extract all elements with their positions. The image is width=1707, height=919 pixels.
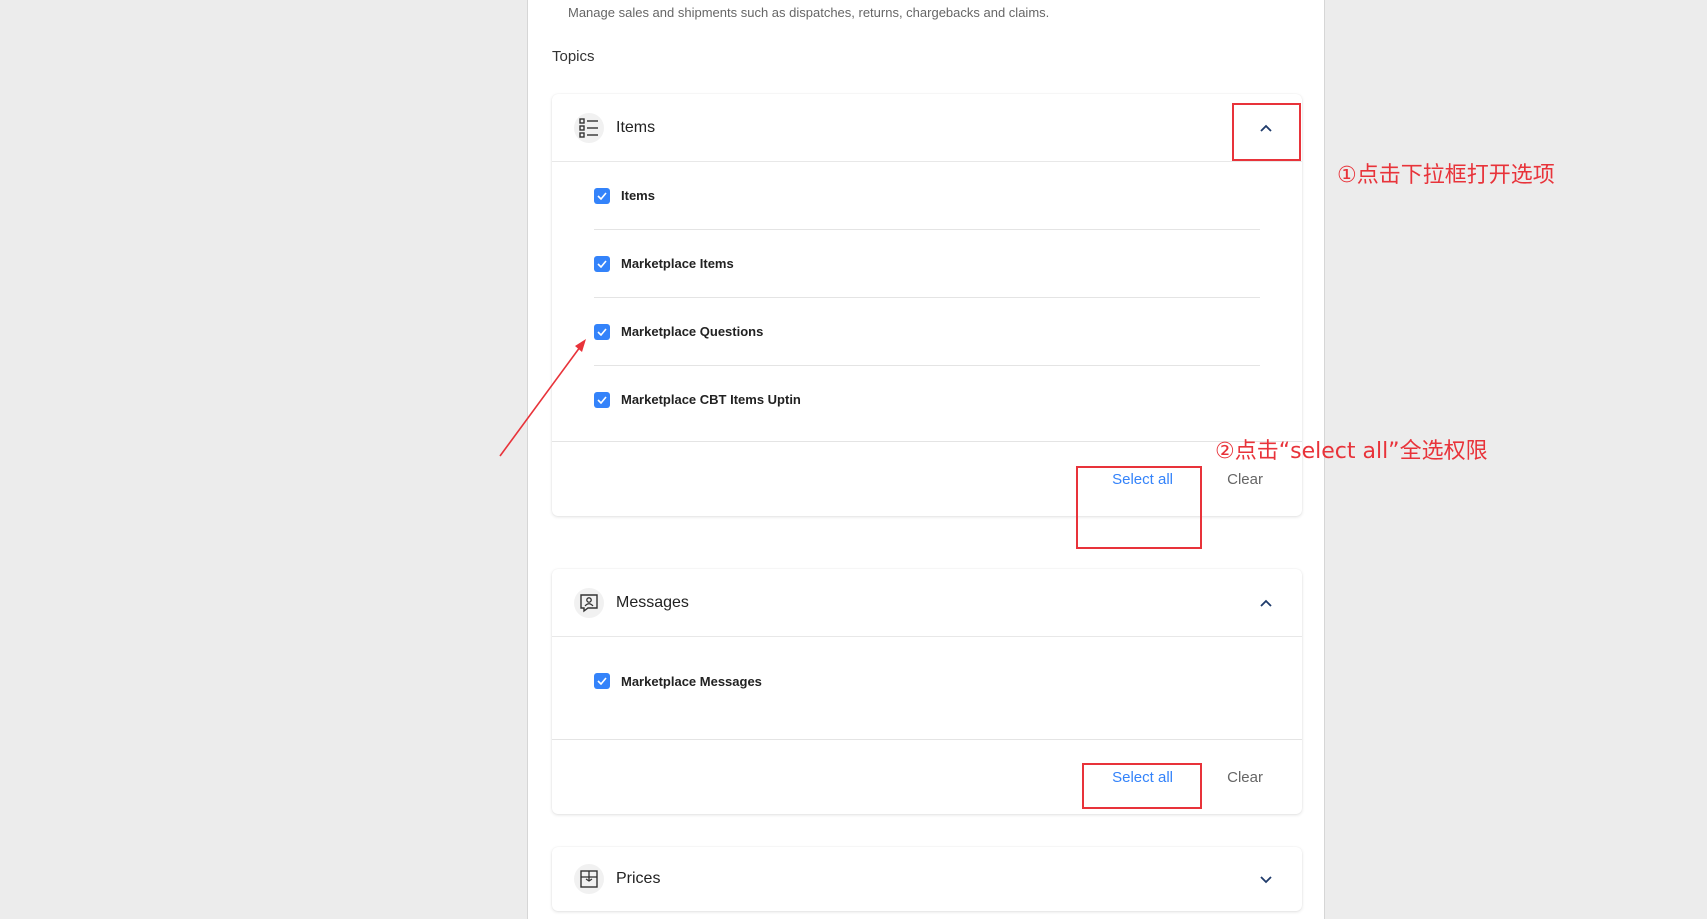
annotation-arrow xyxy=(499,339,586,457)
